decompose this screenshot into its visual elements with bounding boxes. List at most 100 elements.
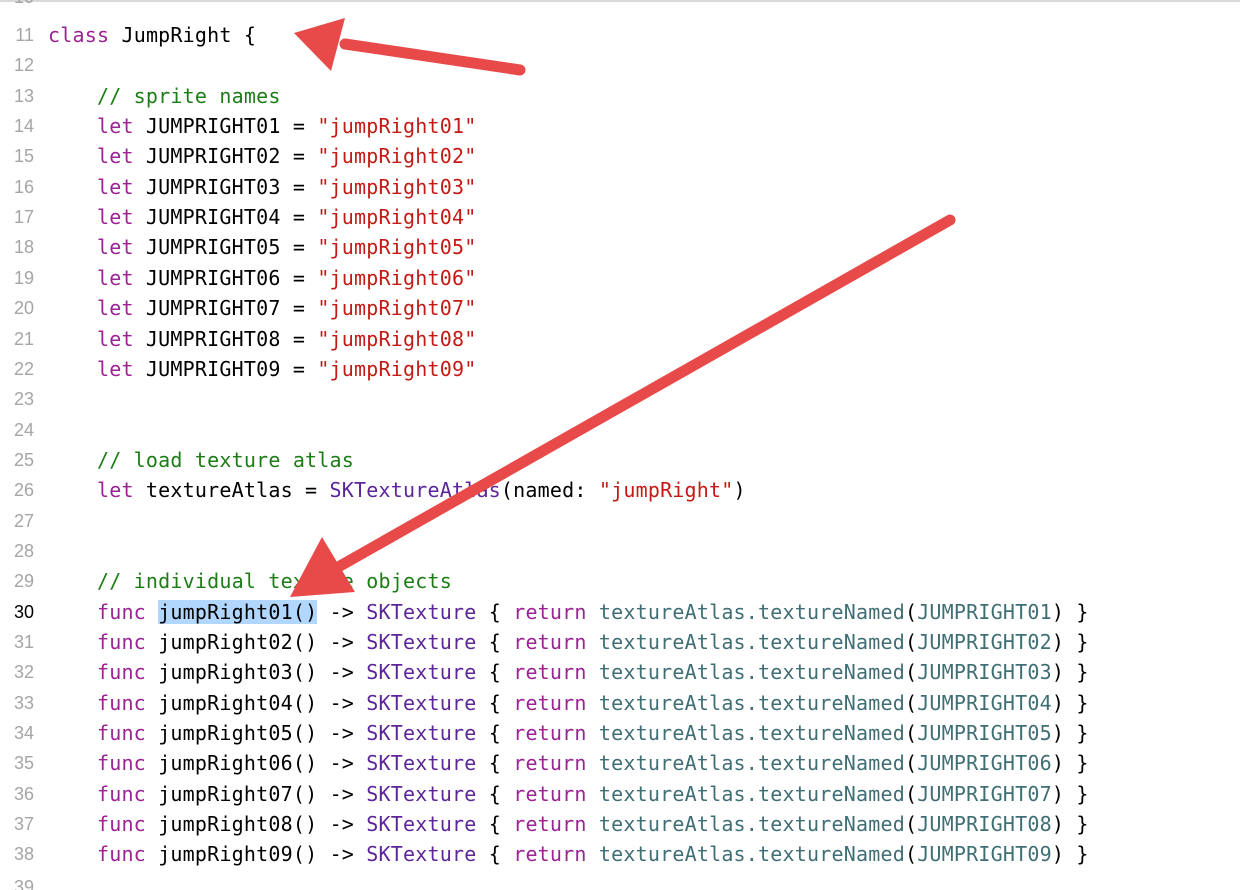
code-token-keyword: func: [48, 751, 146, 776]
code-token-cmt: // individual texture objects: [48, 569, 452, 594]
code-token-type: SKTexture: [366, 812, 477, 837]
code-token-plain: ) }: [1051, 721, 1089, 746]
code-token-keyword: func: [48, 721, 146, 746]
code-token-type: SKTexture: [366, 690, 477, 715]
line-number: 38: [13, 844, 34, 865]
code-text[interactable]: func jumpRight08() -> SKTexture { return…: [48, 809, 1089, 839]
code-line[interactable]: 35 func jumpRight06() -> SKTexture { ret…: [0, 748, 1240, 778]
code-token-identifier: JUMPRIGHT03: [917, 660, 1052, 685]
code-token-plain: {: [476, 721, 514, 746]
code-token-kw: let: [48, 356, 134, 381]
code-token-keyword: return: [513, 751, 587, 776]
code-text[interactable]: func jumpRight05() -> SKTexture { return…: [48, 718, 1089, 748]
code-editor[interactable]: 10 11 class JumpRight {12 13 // sprite nam…: [0, 0, 1240, 890]
code-token-identifier: textureAtlas.textureNamed: [598, 751, 905, 776]
code-line[interactable]: 14 let JUMPRIGHT01 = "jumpRight01": [0, 111, 1240, 141]
code-token-plain: ->: [317, 599, 367, 624]
code-line[interactable]: 15 let JUMPRIGHT02 = "jumpRight02": [0, 141, 1240, 171]
code-text[interactable]: // sprite names: [48, 81, 281, 111]
code-line[interactable]: 23: [0, 384, 1240, 414]
code-line[interactable]: 34 func jumpRight05() -> SKTexture { ret…: [0, 718, 1240, 748]
code-line[interactable]: 38 func jumpRight09() -> SKTexture { ret…: [0, 839, 1240, 869]
code-line[interactable]: 13 // sprite names: [0, 81, 1240, 111]
code-text[interactable]: class JumpRight {: [48, 20, 256, 50]
code-token-plain: {: [476, 660, 514, 685]
code-token-str: "jumpRight03": [317, 174, 477, 199]
code-line[interactable]: 16 let JUMPRIGHT03 = "jumpRight03": [0, 172, 1240, 202]
code-line[interactable]: 24: [0, 415, 1240, 445]
code-line[interactable]: 17 let JUMPRIGHT04 = "jumpRight04": [0, 202, 1240, 232]
code-line[interactable]: 29 // individual texture objects: [0, 566, 1240, 596]
code-token-identifier: JUMPRIGHT08: [917, 812, 1052, 837]
code-token-plain: JUMPRIGHT03 =: [133, 174, 318, 199]
code-token-plain: (: [904, 599, 918, 624]
code-token-plain: (: [904, 842, 918, 867]
code-token-plain: textureAtlas =: [133, 478, 330, 503]
code-line[interactable]: 33 func jumpRight04() -> SKTexture { ret…: [0, 688, 1240, 718]
code-token-identifier: textureAtlas.textureNamed: [598, 690, 905, 715]
code-line[interactable]: 22 let JUMPRIGHT09 = "jumpRight09": [0, 354, 1240, 384]
code-token-identifier: textureAtlas.textureNamed: [598, 660, 905, 685]
code-text[interactable]: let JUMPRIGHT06 = "jumpRight06": [48, 263, 476, 293]
code-text[interactable]: func jumpRight09() -> SKTexture { return…: [48, 839, 1089, 869]
code-token-plain: JUMPRIGHT07 =: [133, 296, 318, 321]
line-number: 12: [13, 55, 34, 76]
code-text[interactable]: let JUMPRIGHT03 = "jumpRight03": [48, 172, 476, 202]
code-token-plain: ) }: [1051, 751, 1089, 776]
code-token-keyword: return: [513, 599, 587, 624]
code-text[interactable]: let JUMPRIGHT09 = "jumpRight09": [48, 354, 476, 384]
code-line[interactable]: 36 func jumpRight07() -> SKTexture { ret…: [0, 779, 1240, 809]
code-token-keyword: return: [513, 812, 587, 837]
code-text[interactable]: let JUMPRIGHT05 = "jumpRight05": [48, 232, 476, 262]
code-line[interactable]: 37 func jumpRight08() -> SKTexture { ret…: [0, 809, 1240, 839]
code-token-identifier: textureAtlas.textureNamed: [598, 599, 905, 624]
code-token-identifier: textureAtlas.textureNamed: [598, 842, 905, 867]
code-text[interactable]: let JUMPRIGHT04 = "jumpRight04": [48, 202, 476, 232]
code-text[interactable]: let JUMPRIGHT07 = "jumpRight07": [48, 293, 476, 323]
line-number: 16: [13, 176, 34, 197]
code-line[interactable]: 18 let JUMPRIGHT05 = "jumpRight05": [0, 232, 1240, 262]
line-number: 22: [13, 358, 34, 379]
code-token-plain: JUMPRIGHT06 =: [133, 265, 318, 290]
code-text[interactable]: // individual texture objects: [48, 566, 452, 596]
code-line[interactable]: 27: [0, 506, 1240, 536]
code-text[interactable]: func jumpRight02() -> SKTexture { return…: [48, 627, 1089, 657]
code-line[interactable]: 28: [0, 536, 1240, 566]
code-text[interactable]: func jumpRight01() -> SKTexture { return…: [48, 597, 1089, 627]
code-line[interactable]: 26 let textureAtlas = SKTextureAtlas(nam…: [0, 475, 1240, 505]
code-line[interactable]: 11 class JumpRight {: [0, 20, 1240, 50]
code-token-plain: JUMPRIGHT02 =: [133, 144, 318, 169]
selected-function-name: jumpRight01(): [158, 599, 318, 624]
code-text[interactable]: let textureAtlas = SKTextureAtlas(named:…: [48, 475, 746, 505]
line-number: 27: [13, 510, 34, 531]
code-text[interactable]: let JUMPRIGHT02 = "jumpRight02": [48, 141, 476, 171]
code-text[interactable]: func jumpRight06() -> SKTexture { return…: [48, 748, 1089, 778]
code-token-plain: ) }: [1051, 599, 1089, 624]
line-number: 15: [13, 146, 34, 167]
code-token-plain: ) }: [1051, 630, 1089, 654]
code-line[interactable]: 12: [0, 50, 1240, 80]
code-text[interactable]: // load texture atlas: [48, 445, 354, 475]
code-text[interactable]: let JUMPRIGHT08 = "jumpRight08": [48, 324, 476, 354]
code-line[interactable]: 31 func jumpRight02() -> SKTexture { ret…: [0, 627, 1240, 657]
code-line[interactable]: 25 // load texture atlas: [0, 445, 1240, 475]
code-text[interactable]: let JUMPRIGHT01 = "jumpRight01": [48, 111, 476, 141]
code-token-plain: ) }: [1051, 812, 1089, 837]
code-text[interactable]: func jumpRight04() -> SKTexture { return…: [48, 688, 1089, 718]
code-line[interactable]: 19 let JUMPRIGHT06 = "jumpRight06": [0, 263, 1240, 293]
code-line[interactable]: 32 func jumpRight03() -> SKTexture { ret…: [0, 657, 1240, 687]
code-token-keyword: func: [48, 599, 146, 624]
code-line[interactable]: 21 let JUMPRIGHT08 = "jumpRight08": [0, 324, 1240, 354]
code-token-plain: ->: [317, 690, 367, 715]
code-token-keyword: return: [513, 842, 587, 867]
code-line[interactable]: 20 let JUMPRIGHT07 = "jumpRight07": [0, 293, 1240, 323]
code-token-kw: let: [48, 296, 134, 321]
code-text[interactable]: func jumpRight07() -> SKTexture { return…: [48, 779, 1089, 809]
code-line[interactable]: 30 func jumpRight01() -> SKTexture { ret…: [0, 597, 1240, 627]
code-text[interactable]: func jumpRight03() -> SKTexture { return…: [48, 657, 1089, 687]
